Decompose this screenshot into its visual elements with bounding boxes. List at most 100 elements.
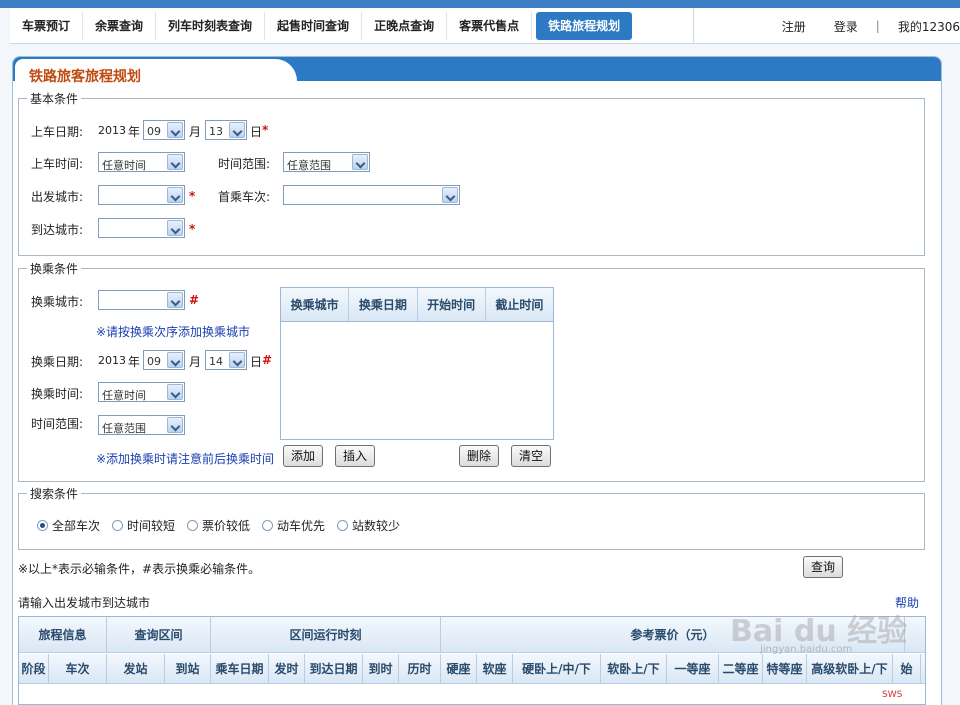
transfer-date-label: 换乘日期: bbox=[31, 355, 84, 369]
chevron-down-icon bbox=[167, 154, 183, 170]
arrival-city-select[interactable] bbox=[98, 218, 185, 238]
chevron-down-icon bbox=[167, 122, 183, 138]
transfer-date-required-mark: # bbox=[262, 353, 273, 367]
radio-shorter-time[interactable]: 时间较短 bbox=[112, 517, 175, 534]
col-deluxe-sleeper: 高级软卧上/下 bbox=[807, 654, 893, 683]
radio-emu-first[interactable]: 动车优先 bbox=[262, 517, 325, 534]
chevron-down-icon bbox=[167, 187, 183, 203]
transfer-city-select[interactable] bbox=[98, 290, 185, 310]
insert-transfer-button[interactable]: 插入 bbox=[335, 445, 375, 467]
radio-all-trains-label: 全部车次 bbox=[52, 519, 101, 533]
time-range-label: 时间范围: bbox=[218, 157, 271, 171]
chevron-down-icon bbox=[167, 417, 183, 433]
results-column-header: 阶段 车次 发站 到站 乘车日期 发时 到达日期 到时 历时 硬座 软座 硬卧上… bbox=[19, 654, 925, 684]
transfer-order-hint: ※请按换乘次序添加换乘城市 bbox=[96, 325, 251, 339]
delete-transfer-button[interactable]: 删除 bbox=[459, 445, 499, 467]
first-train-select[interactable] bbox=[283, 185, 460, 205]
col-arrive-date: 到达日期 bbox=[305, 654, 363, 683]
nav-sale-time[interactable]: 起售时间查询 bbox=[265, 11, 363, 40]
my-12306-link[interactable]: 我的12306 bbox=[884, 18, 960, 35]
radio-emu-first-label: 动车优先 bbox=[277, 519, 326, 533]
boarding-day-select[interactable]: 13 bbox=[205, 120, 247, 140]
query-button[interactable]: 查询 bbox=[803, 556, 843, 578]
col-soft-sleeper: 软卧上/下 bbox=[601, 654, 667, 683]
nav-remaining-tickets[interactable]: 余票查询 bbox=[83, 11, 157, 40]
watermark-url: jingyan.baidu.com bbox=[760, 644, 853, 655]
col-board-date: 乘车日期 bbox=[211, 654, 269, 683]
first-train-label: 首乘车次: bbox=[218, 190, 271, 204]
chevron-down-icon bbox=[167, 292, 183, 308]
radio-fewer-stations[interactable]: 站数较少 bbox=[337, 517, 400, 534]
col-stage: 阶段 bbox=[19, 654, 49, 683]
month-unit: 月 bbox=[189, 125, 202, 139]
boarding-month-value: 09 bbox=[147, 125, 161, 138]
chevron-down-icon bbox=[229, 122, 245, 138]
col-depart-time: 发时 bbox=[269, 654, 305, 683]
departure-city-select[interactable] bbox=[98, 185, 185, 205]
col-hard-seat: 硬座 bbox=[441, 654, 477, 683]
arrival-city-required-mark: * bbox=[189, 222, 196, 236]
departure-city-required-mark: * bbox=[189, 189, 196, 203]
boarding-year: 2013 bbox=[98, 124, 126, 137]
panel-title: 铁路旅客旅程规划 bbox=[29, 69, 141, 85]
chevron-down-icon bbox=[229, 352, 245, 368]
main-nav: 车票预订 余票查询 列车时刻表查询 起售时间查询 正晚点查询 客票代售点 铁路旅… bbox=[10, 8, 960, 44]
col-first-class: 一等座 bbox=[667, 654, 719, 683]
required-note: ※以上*表示必输条件，#表示换乘必输条件。 bbox=[18, 562, 261, 576]
search-conditions-legend: 搜索条件 bbox=[30, 487, 79, 501]
transfer-day-select[interactable]: 14 bbox=[205, 350, 247, 370]
transfer-city-required-mark: # bbox=[189, 293, 200, 307]
arrival-city-label: 到达城市: bbox=[31, 223, 84, 237]
col-arrive-time: 到时 bbox=[363, 654, 399, 683]
transfer-time-hint: ※添加换乘时请注意前后换乘时间 bbox=[96, 452, 275, 466]
nav-divider bbox=[693, 8, 694, 44]
transfer-range-label: 时间范围: bbox=[31, 417, 84, 431]
nav-punctuality[interactable]: 正晚点查询 bbox=[362, 11, 448, 40]
transfer-conditions-legend: 换乘条件 bbox=[30, 262, 79, 276]
transfer-month-select[interactable]: 09 bbox=[143, 350, 185, 370]
year-unit: 年 bbox=[128, 125, 141, 139]
transfer-list-grid: 换乘城市 换乘日期 开始时间 截止时间 bbox=[280, 287, 554, 440]
radio-unchecked-icon bbox=[262, 520, 273, 531]
transfer-grid-header: 换乘城市 换乘日期 开始时间 截止时间 bbox=[281, 288, 553, 322]
boarding-time-label: 上车时间: bbox=[31, 157, 84, 171]
nav-journey-planning[interactable]: 铁路旅程规划 bbox=[536, 11, 633, 40]
nav-agency[interactable]: 客票代售点 bbox=[447, 11, 533, 40]
transfer-day-unit: 日 bbox=[250, 355, 263, 369]
col-to-station: 到站 bbox=[165, 654, 211, 683]
radio-unchecked-icon bbox=[187, 520, 198, 531]
register-link[interactable]: 注册 bbox=[768, 18, 820, 35]
clear-transfer-button[interactable]: 清空 bbox=[511, 445, 551, 467]
panel-title-tab: 铁路旅客旅程规划 bbox=[15, 59, 297, 85]
nav-timetable[interactable]: 列车时刻表查询 bbox=[156, 11, 266, 40]
col-origin: 始 bbox=[893, 654, 921, 683]
transfer-month-value: 09 bbox=[147, 355, 161, 368]
col-duration: 历时 bbox=[399, 654, 441, 683]
boarding-month-select[interactable]: 09 bbox=[143, 120, 185, 140]
chevron-down-icon bbox=[442, 187, 458, 203]
chevron-down-icon bbox=[352, 154, 368, 170]
top-accent-bar bbox=[0, 0, 960, 8]
boarding-time-select[interactable]: 任意时间 bbox=[98, 152, 185, 172]
radio-fewer-stations-label: 站数较少 bbox=[352, 519, 401, 533]
chevron-down-icon bbox=[167, 384, 183, 400]
transfer-grid-col-start: 开始时间 bbox=[418, 288, 486, 321]
radio-lower-fare-label: 票价较低 bbox=[202, 519, 251, 533]
nav-ticket-booking[interactable]: 车票预订 bbox=[10, 11, 84, 40]
add-transfer-button[interactable]: 添加 bbox=[283, 445, 323, 467]
input-prompt: 请输入出发城市到达城市 bbox=[18, 596, 151, 610]
login-link[interactable]: 登录 bbox=[820, 18, 872, 35]
transfer-year-unit: 年 bbox=[128, 355, 141, 369]
transfer-grid-col-date: 换乘日期 bbox=[349, 288, 418, 321]
col-soft-seat: 软座 bbox=[477, 654, 513, 683]
col-train-no: 车次 bbox=[49, 654, 107, 683]
transfer-time-select[interactable]: 任意时间 bbox=[98, 382, 185, 402]
transfer-year: 2013 bbox=[98, 354, 126, 367]
radio-all-trains[interactable]: 全部车次 bbox=[37, 517, 100, 534]
group-running-times: 区间运行时刻 bbox=[211, 617, 441, 652]
col-premium-class: 特等座 bbox=[763, 654, 807, 683]
transfer-range-select[interactable]: 任意范围 bbox=[98, 415, 185, 435]
time-range-select[interactable]: 任意范围 bbox=[283, 152, 370, 172]
nav-account: 注册 登录 | 我的12306 bbox=[768, 8, 960, 44]
radio-lower-fare[interactable]: 票价较低 bbox=[187, 517, 250, 534]
